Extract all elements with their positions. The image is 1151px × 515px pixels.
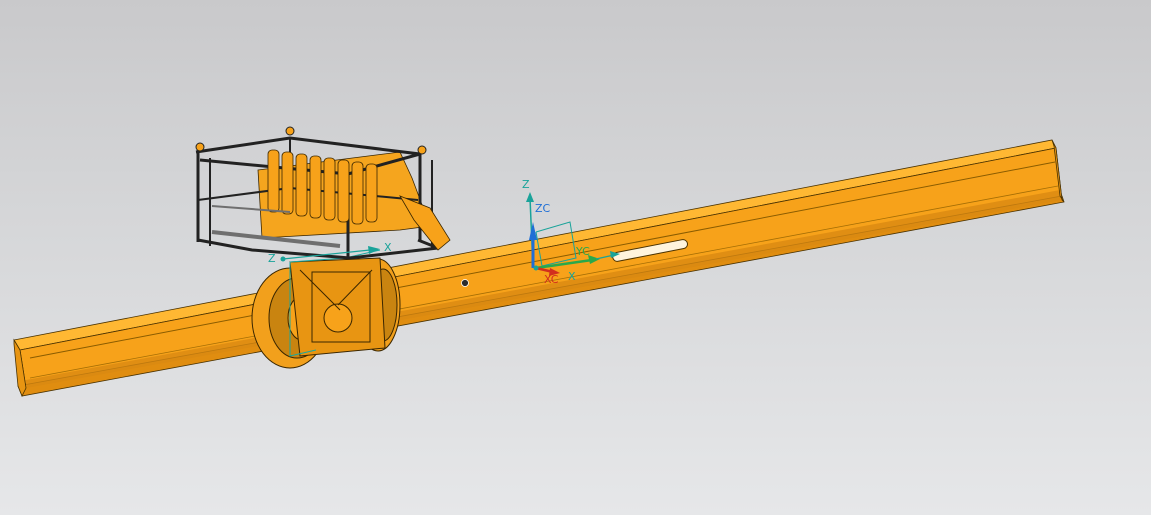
rail-top-flange	[13, 139, 1057, 351]
rail-hole	[461, 279, 469, 287]
local-z-label: Z	[268, 252, 276, 265]
local-x-label: X	[384, 241, 392, 254]
z-arrow[interactable]	[526, 192, 534, 202]
adjust-knob[interactable]	[417, 145, 427, 155]
wcs-origin[interactable]	[533, 265, 539, 271]
model-canvas[interactable]: X Z Z ZC YC XC X	[0, 0, 1151, 515]
z-axis-label: Z	[522, 178, 530, 191]
rail-groove-line	[29, 161, 1056, 359]
cylinder-rack-frame[interactable]	[195, 126, 451, 260]
zc-axis-label: ZC	[535, 202, 551, 215]
adjust-knob[interactable]	[195, 142, 205, 152]
adjust-knob[interactable]	[285, 126, 295, 136]
rail-lower-shadow	[26, 190, 1062, 388]
xc-axis-label: XC	[544, 273, 559, 286]
x-axis-label: X	[568, 270, 576, 283]
yc-axis-label: YC	[575, 245, 590, 258]
trolley-assembly[interactable]	[251, 249, 401, 369]
graphics-viewport[interactable]: X Z Z ZC YC XC X	[0, 0, 1151, 515]
zc-arrow[interactable]	[529, 222, 537, 240]
